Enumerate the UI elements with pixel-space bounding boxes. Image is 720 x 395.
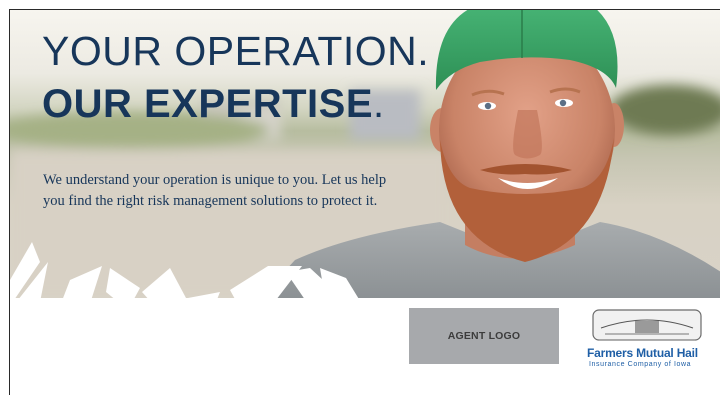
company-name: Farmers Mutual Hail — [587, 346, 698, 360]
company-seal-icon — [592, 309, 702, 341]
company-subtitle: Insurance Company of Iowa — [589, 361, 692, 368]
agent-logo-label: AGENT LOGO — [447, 330, 521, 342]
agent-logo-placeholder: AGENT LOGO — [409, 308, 559, 364]
company-logo: Farmers Mutual Hail Insurance Company of… — [583, 304, 713, 374]
ad-banner: YOUR OPERATION. OUR EXPERTISE. We unders… — [9, 9, 720, 395]
